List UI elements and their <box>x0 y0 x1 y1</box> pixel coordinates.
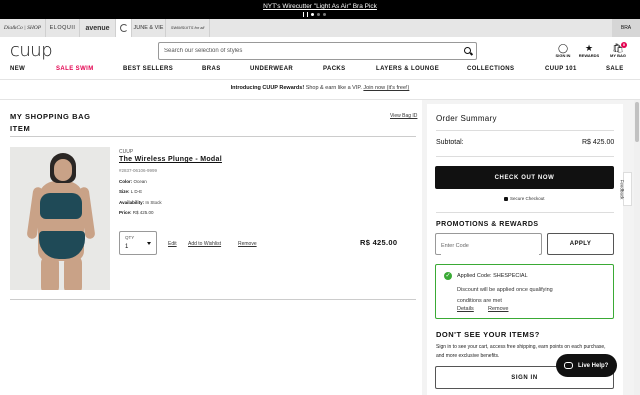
applied-code-message: Discount will be applied once qualifying… <box>457 287 553 304</box>
chat-icon <box>564 362 573 369</box>
line-total: R$ 425.00 <box>360 238 398 247</box>
bag-count-badge: 0 <box>621 42 627 48</box>
promotions-title: PROMOTIONS & REWARDS <box>436 221 539 228</box>
product-size: Size: L D-E <box>119 189 143 194</box>
rewards-promo: Introducing CUUP Rewards! Shop & earn li… <box>0 85 640 91</box>
nav-best-sellers[interactable]: BEST SELLERS <box>123 66 173 72</box>
item-heading: ITEM <box>10 124 31 133</box>
brand-june-vie[interactable]: JUNE & VIE <box>132 19 166 37</box>
search-bar <box>158 42 477 60</box>
secure-checkout: Secure Checkout <box>504 196 545 201</box>
scrollbar-thumb[interactable] <box>635 102 639 142</box>
applied-code-text: Applied Code: SHESPECIAL <box>457 273 528 279</box>
nav-collections[interactable]: COLLECTIONS <box>467 66 514 72</box>
subtotal-value: R$ 425.00 <box>582 139 615 146</box>
brand-eloquii[interactable]: ELOQUII <box>46 19 80 37</box>
view-bag-id-link[interactable]: View Bag ID <box>390 113 417 119</box>
brand-swimsuits[interactable]: SWIMSUITS for all <box>166 19 210 37</box>
applied-code-box: ✓ Applied Code: SHESPECIAL Discount will… <box>435 264 614 319</box>
bag-label: MY BAG <box>610 53 626 58</box>
divider <box>10 136 416 137</box>
star-icon: ★ <box>584 43 594 53</box>
carousel-dot[interactable] <box>317 13 320 16</box>
bag-heading: MY SHOPPING BAG <box>10 112 91 121</box>
brand-dia[interactable]: Dia&Co | SHOP <box>0 19 46 37</box>
promo-title: Introducing CUUP Rewards! <box>230 85 305 91</box>
nav-bras[interactable]: BRAS <box>202 66 221 72</box>
announcement-link[interactable]: NYT's Wirecutter "Light As Air" Bra Pick <box>0 0 640 10</box>
nav-sale-swim[interactable]: SALE SWIM <box>56 66 94 72</box>
promo-code-field <box>435 233 542 256</box>
brand-cuup[interactable] <box>116 19 132 37</box>
user-icon: ◯ <box>557 43 569 53</box>
promo-code-input[interactable] <box>441 236 539 256</box>
divider <box>436 212 614 213</box>
promo-join-link[interactable]: Join now (it's free!) <box>363 85 409 91</box>
dont-see-items-title: DON'T SEE YOUR ITEMS? <box>436 330 540 339</box>
rewards-label: REWARDS <box>578 53 600 58</box>
nav-packs[interactable]: PACKS <box>323 66 346 72</box>
product-availability: Availability: In Stock <box>119 200 162 205</box>
product-sku: #2837-06106-9999 <box>119 168 158 173</box>
carousel-dot[interactable] <box>311 13 314 16</box>
rewards-link[interactable]: ★ REWARDS <box>577 43 601 58</box>
edit-link[interactable]: Edit <box>168 241 177 247</box>
remove-link[interactable]: Remove <box>238 241 257 247</box>
nav-cuup-101[interactable]: CUUP 101 <box>545 66 577 72</box>
page-scrollbar[interactable] <box>634 100 640 395</box>
divider <box>436 156 614 157</box>
pause-icon[interactable] <box>303 12 308 17</box>
site-logo[interactable]: cuup <box>10 40 53 61</box>
details-link[interactable]: Details <box>457 306 474 312</box>
nav-sale[interactable]: SALE <box>606 66 624 72</box>
divider <box>436 130 614 131</box>
caret-down-icon <box>147 242 151 245</box>
checkout-button[interactable]: CHECK OUT NOW <box>435 166 614 189</box>
product-price: Price: R$ 425.00 <box>119 210 154 215</box>
carousel-dot[interactable] <box>323 13 326 16</box>
announcement-bar: NYT's Wirecutter "Light As Air" Bra Pick <box>0 0 640 19</box>
country-selector[interactable]: BRA <box>612 19 640 37</box>
product-image[interactable] <box>10 147 110 290</box>
nav-layers-lounge[interactable]: LAYERS & LOUNGE <box>376 66 439 72</box>
promo-text: Shop & earn like a VIP. <box>305 85 362 91</box>
subtotal-label: Subtotal: <box>436 139 464 146</box>
nav-new[interactable]: NEW <box>10 66 25 72</box>
nav-divider <box>0 79 640 80</box>
live-help-label: Live Help? <box>578 362 609 369</box>
qty-label: QTY <box>125 235 135 240</box>
product-brand: CUUP <box>119 149 134 155</box>
bag-link[interactable]: 🛍 0 MY BAG <box>608 42 628 58</box>
quantity-select[interactable]: QTY 1 <box>119 231 157 255</box>
nav-underwear[interactable]: UNDERWEAR <box>250 66 293 72</box>
qty-value: 1 <box>125 244 129 250</box>
signin-link[interactable]: ◯ SIGN IN <box>553 43 573 58</box>
remove-code-link[interactable]: Remove <box>488 306 508 312</box>
carousel-controls <box>303 12 326 17</box>
product-color: Color: Ocean <box>119 179 147 184</box>
live-help-button[interactable]: Live Help? <box>556 354 617 377</box>
brand-avenue[interactable]: avenue <box>80 19 116 37</box>
divider <box>10 299 416 300</box>
bag-title: MY SHOPPING BAG ITEM <box>10 111 91 135</box>
cuup-mark-icon <box>119 24 128 32</box>
add-to-wishlist-link[interactable]: Add to Wishlist <box>188 241 221 247</box>
brand-strip: Dia&Co | SHOP ELOQUII avenue JUNE & VIE … <box>0 19 640 37</box>
search-input[interactable] <box>164 48 454 54</box>
search-icon[interactable] <box>464 47 471 54</box>
apply-button[interactable]: APPLY <box>547 233 614 255</box>
order-summary-title: Order Summary <box>436 114 497 123</box>
lock-icon <box>504 196 508 201</box>
check-icon: ✓ <box>444 272 452 280</box>
feedback-tab[interactable]: Feedback <box>619 172 632 206</box>
main-nav: NEW SALE SWIM BEST SELLERS BRAS UNDERWEA… <box>0 64 640 78</box>
product-name-link[interactable]: The Wireless Plunge - Modal <box>119 156 222 163</box>
signin-label: SIGN IN <box>555 53 571 58</box>
